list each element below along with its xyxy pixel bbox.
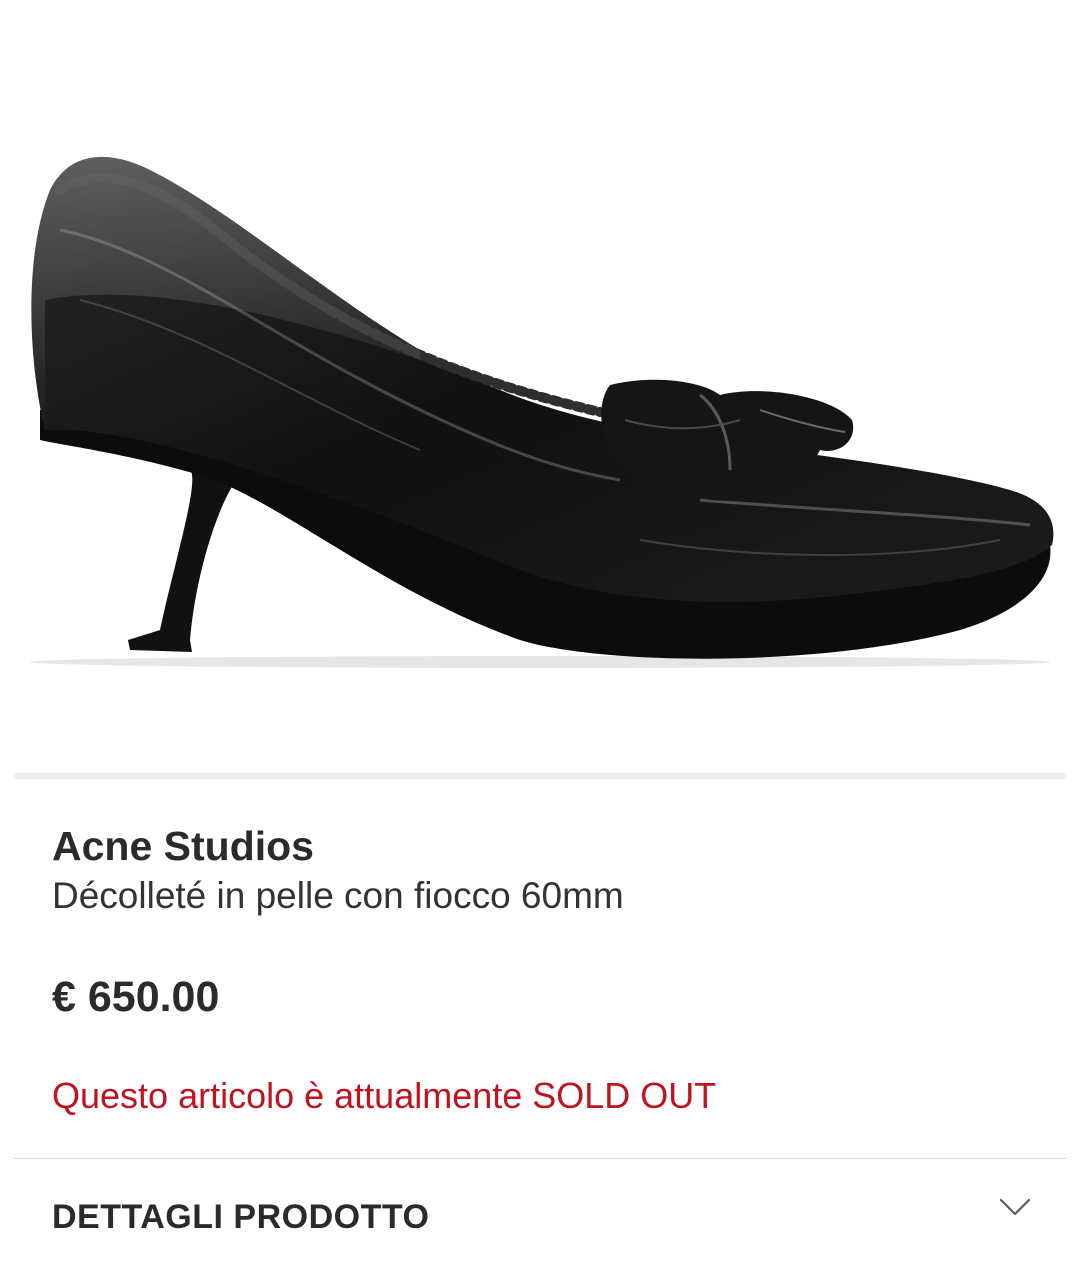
product-details-label: DETTAGLI PRODOTTO	[52, 1198, 430, 1236]
shoe-image	[30, 156, 1054, 668]
chevron-down-icon[interactable]	[998, 1195, 1032, 1219]
availability-status: Questo articolo è attualmente SOLD OUT	[52, 1075, 717, 1116]
product-name: Décolleté in pelle con fiocco 60mm	[52, 875, 624, 916]
brand-name[interactable]: Acne Studios	[52, 820, 1032, 872]
product-price: € 650.00	[52, 973, 220, 1021]
image-divider	[14, 773, 1066, 779]
product-image[interactable]	[0, 0, 1080, 770]
product-info: Acne Studios Décolleté in pelle con fioc…	[52, 820, 1032, 920]
product-details-accordion[interactable]: DETTAGLI PRODOTTO	[0, 1159, 1080, 1280]
